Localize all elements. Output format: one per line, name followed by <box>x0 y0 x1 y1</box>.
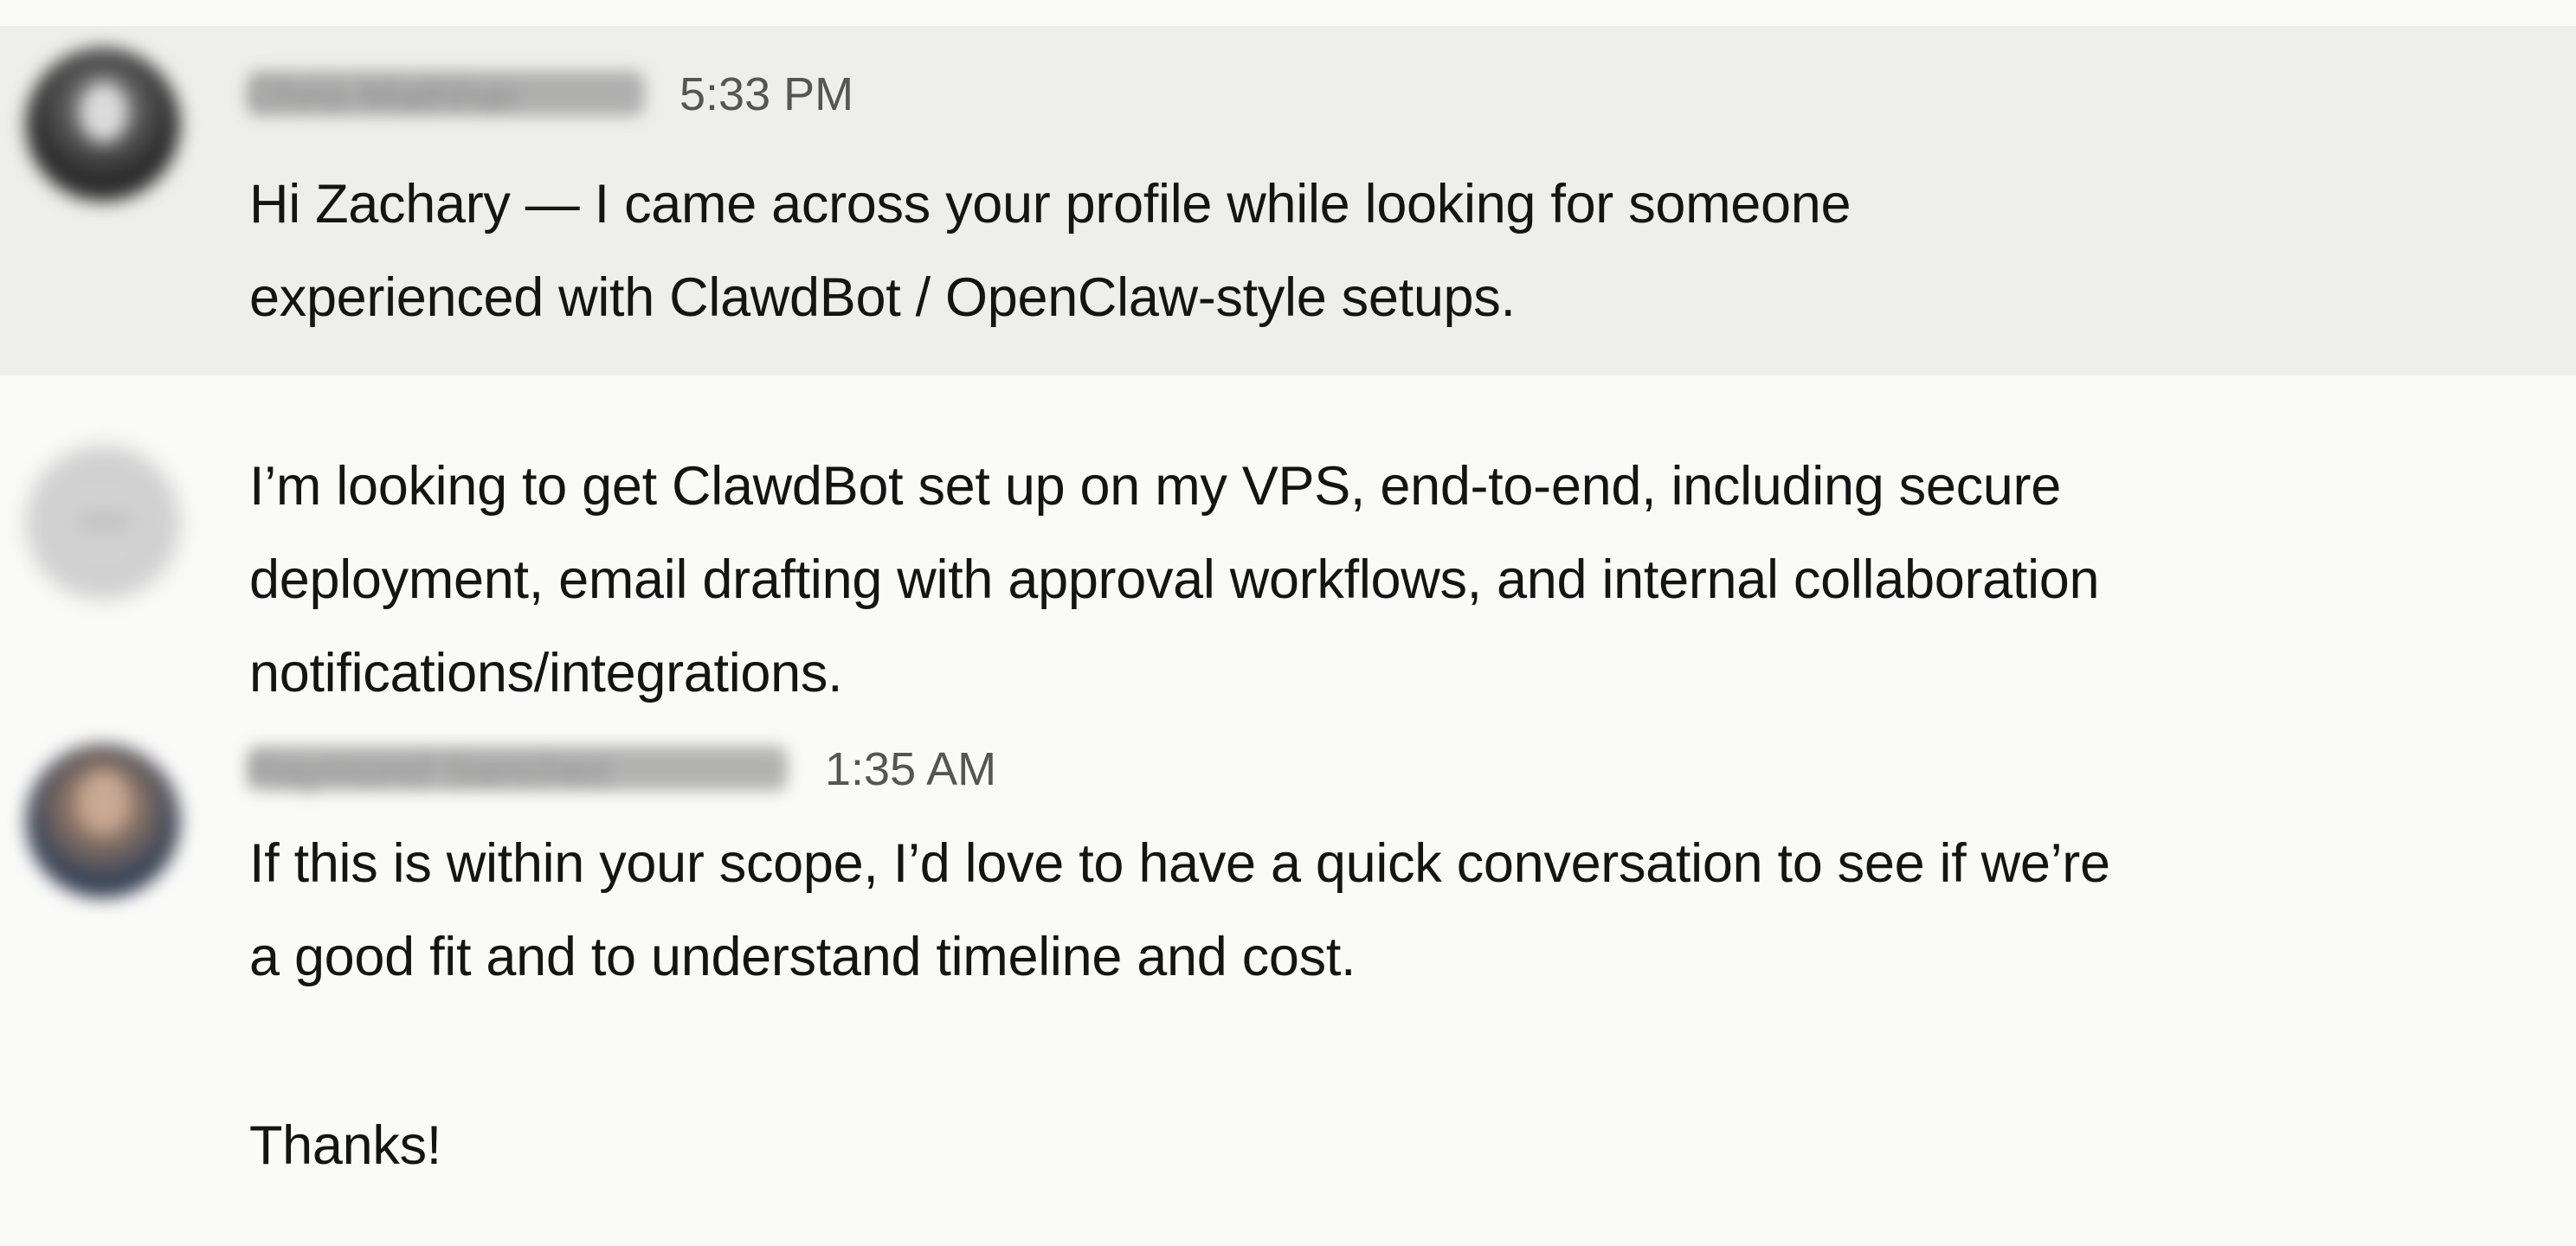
message-line: experienced with ClawdBot / OpenClaw-sty… <box>249 267 1516 328</box>
message-timestamp: 1:35 AM <box>825 743 997 795</box>
message-line: I’m looking to get ClawdBot set up on my… <box>249 456 2061 517</box>
message-line: deployment, email drafting with approval… <box>249 549 2100 610</box>
chat-thread: Chris Mathhar 5:33 PM Hi Zachary — I cam… <box>0 0 2576 1246</box>
message-text: If this is within your scope, I’d love t… <box>249 817 2110 1004</box>
avatar[interactable] <box>26 446 180 600</box>
message-timestamp: 5:33 PM <box>679 68 854 120</box>
message-line: notifications/integrations. <box>249 643 843 703</box>
avatar-face <box>78 770 130 834</box>
message-line: If this is within your scope, I’d love t… <box>249 833 2110 894</box>
avatar-face <box>80 82 128 143</box>
message-text: Hi Zachary — I came across your profile … <box>249 157 1852 344</box>
avatar-glyph <box>78 513 130 530</box>
sender-name-blurred[interactable]: Chris Mathhar <box>247 71 645 120</box>
avatar[interactable] <box>26 744 180 898</box>
message-line: Thanks! <box>249 1115 441 1176</box>
message-text: I’m looking to get ClawdBot set up on my… <box>249 440 2100 720</box>
avatar[interactable] <box>26 48 180 202</box>
message-line: a good fit and to understand timeline an… <box>249 927 1356 987</box>
message-line: Hi Zachary — I came across your profile … <box>249 174 1852 234</box>
sender-name-blurred[interactable]: Raymond Sanchez <box>247 746 788 795</box>
message-text: Thanks! <box>249 1099 441 1192</box>
